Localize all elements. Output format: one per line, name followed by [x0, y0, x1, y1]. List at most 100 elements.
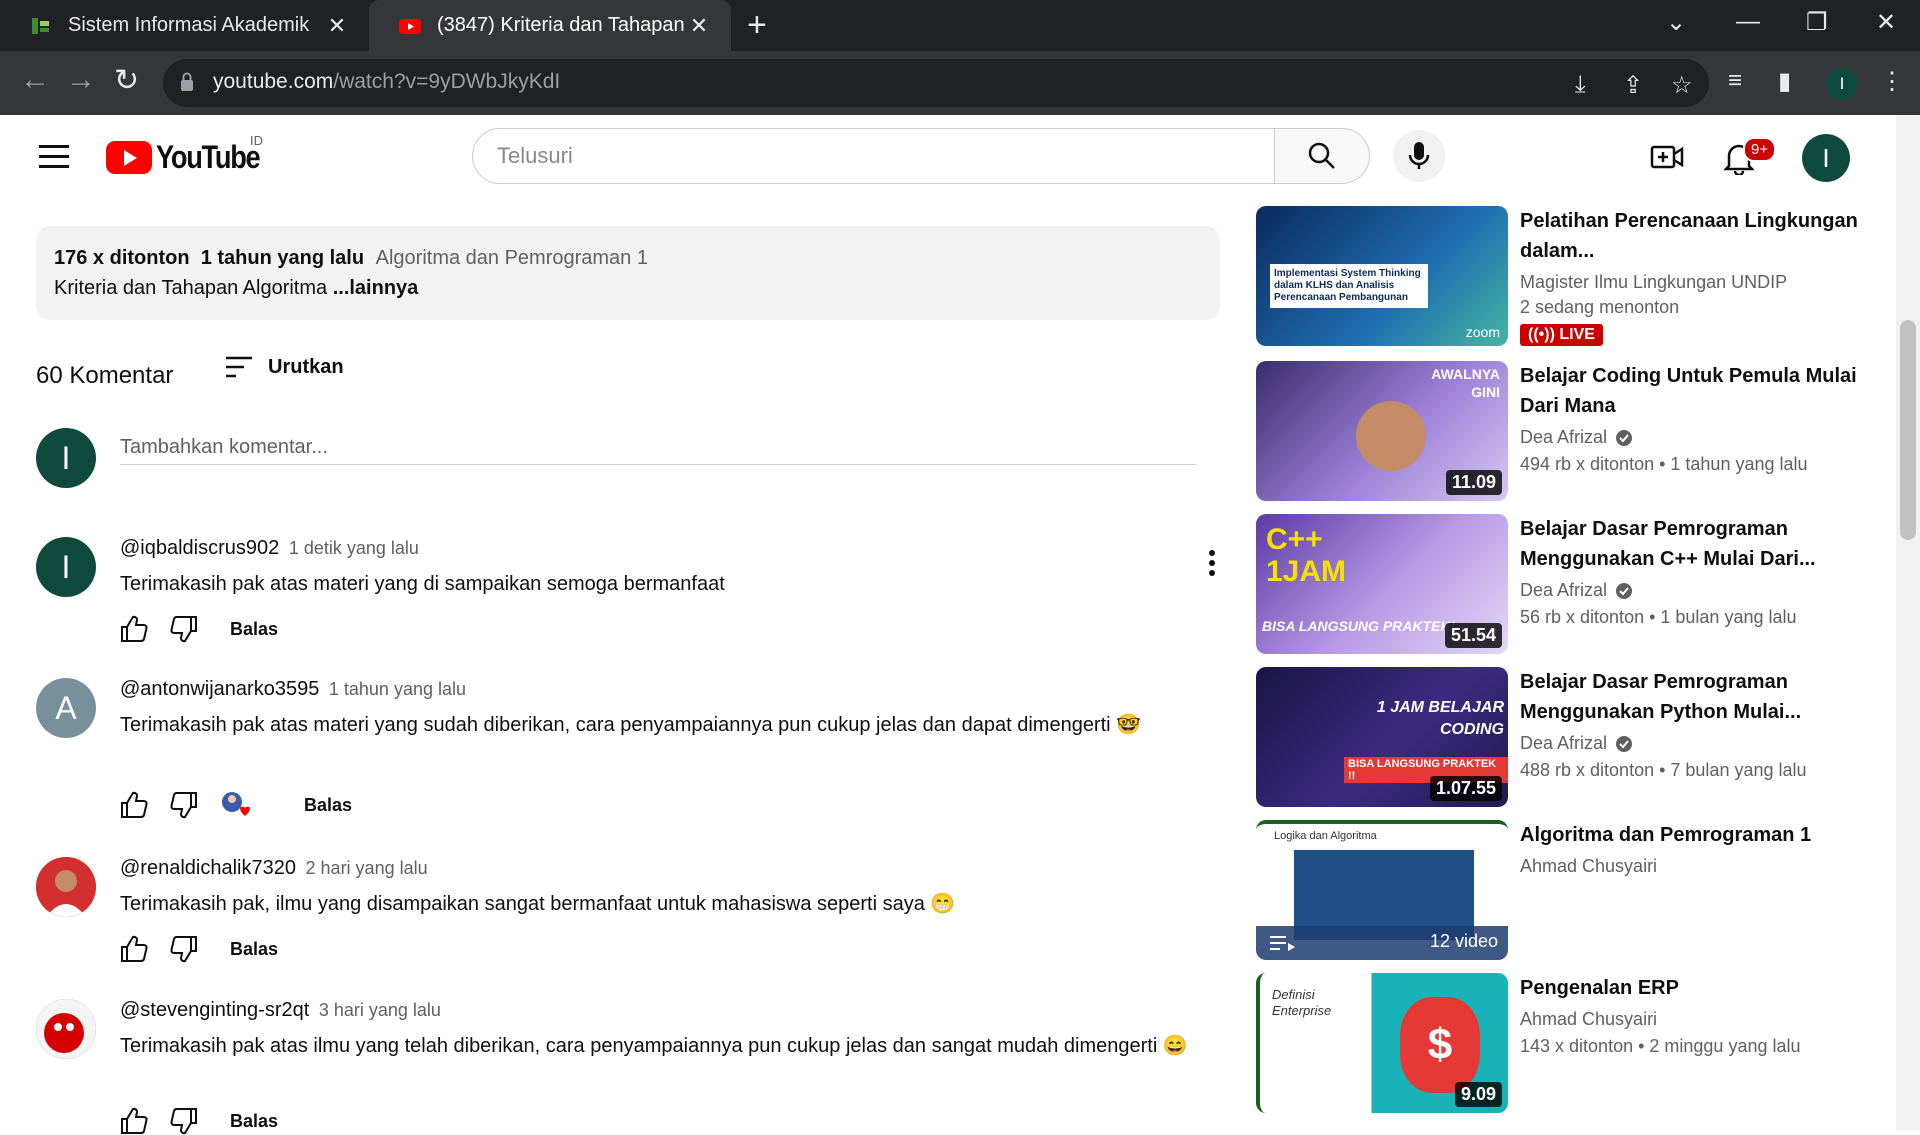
youtube-favicon-icon — [399, 18, 421, 34]
description-hashtag[interactable]: Algoritma dan Pemrograman 1 — [376, 247, 648, 269]
install-app-icon[interactable]: ⤓ — [1575, 71, 1586, 99]
channel-name[interactable]: Dea Afrizal — [1520, 580, 1607, 601]
url-text: youtube.com/watch?v=9yDWbJkyKdI — [213, 70, 560, 94]
thumbs-down-icon[interactable] — [170, 615, 198, 643]
recommended-video[interactable]: Definisi Enterprise $ 9.09 Pengenalan ER… — [1256, 973, 1896, 1113]
thumbs-down-icon[interactable] — [170, 1107, 198, 1135]
thumbs-up-icon[interactable] — [120, 935, 148, 963]
comment-time[interactable]: 1 tahun yang lalu — [329, 679, 466, 699]
channel-name[interactable]: Ahmad Chusyairi — [1520, 856, 1860, 877]
tab-search-chevron-icon[interactable]: ⌄ — [1666, 8, 1686, 37]
video-thumbnail[interactable]: 1 JAM BELAJAR CODING BISA LANGSUNG PRAKT… — [1256, 667, 1508, 807]
recommended-video[interactable]: 1 JAM BELAJAR CODING BISA LANGSUNG PRAKT… — [1256, 667, 1896, 807]
video-thumbnail[interactable]: AWALNYA GINI 11.09 — [1256, 361, 1508, 501]
hamburger-menu-icon[interactable] — [39, 145, 69, 175]
comment-author[interactable]: @renaldichalik7320 — [120, 857, 296, 879]
reply-button[interactable]: Balas — [230, 619, 278, 640]
video-title[interactable]: Belajar Dasar Pemrograman Menggunakan C+… — [1520, 514, 1860, 574]
comment-time[interactable]: 1 detik yang lalu — [289, 538, 419, 558]
comment-actions: Balas — [120, 615, 278, 643]
thumbs-up-icon[interactable] — [120, 791, 148, 819]
reply-button[interactable]: Balas — [230, 1111, 278, 1132]
video-meta: 488 rb x ditonton • 7 bulan yang lalu — [1520, 760, 1807, 780]
search-button[interactable] — [1274, 128, 1370, 184]
video-title[interactable]: Belajar Coding Untuk Pemula Mulai Dari M… — [1520, 361, 1860, 421]
media-control-icon[interactable]: ≡ — [1728, 67, 1742, 95]
video-thumbnail[interactable]: Implementasi System Thinking dalam KLHS … — [1256, 206, 1508, 346]
recommended-video[interactable]: AWALNYA GINI 11.09 Belajar Coding Untuk … — [1256, 361, 1896, 501]
sort-comments-button[interactable]: Urutkan — [224, 355, 344, 379]
browser-tab-youtube[interactable]: (3847) Kriteria dan Tahapan Algo ✕ — [369, 0, 731, 51]
search-input[interactable] — [495, 142, 1239, 170]
recommended-video[interactable]: Implementasi System Thinking dalam KLHS … — [1256, 206, 1896, 346]
voice-search-button[interactable] — [1393, 130, 1445, 182]
video-description[interactable]: 176 x ditonton 1 tahun yang lalu Algorit… — [36, 226, 1220, 320]
close-icon[interactable]: ✕ — [689, 13, 709, 39]
recommended-video[interactable]: C++ 1JAM BISA LANGSUNG PRAKTEK! 51.54 Be… — [1256, 514, 1896, 654]
channel-name[interactable]: Dea Afrizal — [1520, 733, 1607, 754]
comment-count: 60 Komentar — [36, 362, 174, 389]
video-thumbnail[interactable]: C++ 1JAM BISA LANGSUNG PRAKTEK! 51.54 — [1256, 514, 1508, 654]
page-scrollbar-track[interactable] — [1896, 115, 1920, 1130]
account-avatar[interactable]: I — [1802, 134, 1850, 182]
video-title[interactable]: Pengenalan ERP — [1520, 973, 1860, 1003]
comment-header: @stevenginting-sr2qt 3 hari yang lalu — [120, 999, 441, 1022]
thumbs-down-icon[interactable] — [170, 791, 198, 819]
youtube-logo[interactable]: YouTube ID — [106, 133, 278, 176]
comment-avatar[interactable]: A — [36, 678, 96, 738]
comment-avatar[interactable] — [36, 999, 96, 1059]
recommended-playlist[interactable]: Logika dan Algoritma 12 video Algoritma … — [1256, 820, 1896, 960]
thumbnail-caption: Logika dan Algoritma — [1274, 830, 1377, 842]
browser-profile-avatar[interactable]: I — [1826, 68, 1858, 100]
new-tab-plus-icon[interactable]: + — [747, 6, 767, 45]
forward-arrow-icon[interactable]: → — [66, 63, 96, 97]
video-duration: 9.09 — [1454, 1082, 1502, 1107]
playlist-icon — [1270, 936, 1295, 951]
bookmark-star-icon[interactable]: ☆ — [1671, 71, 1693, 100]
comment-author[interactable]: @antonwijanarko3595 — [120, 678, 319, 700]
thumbs-up-icon[interactable] — [120, 615, 148, 643]
page-scrollbar-thumb[interactable] — [1900, 320, 1916, 540]
share-icon[interactable]: ⇪ — [1623, 71, 1643, 100]
reply-button[interactable]: Balas — [230, 939, 278, 960]
comment-time[interactable]: 2 hari yang lalu — [306, 858, 428, 878]
reply-button[interactable]: Balas — [304, 795, 352, 816]
video-meta: 2 sedang menonton — [1520, 297, 1680, 317]
thumbs-up-icon[interactable] — [120, 1107, 148, 1135]
comment-avatar[interactable]: I — [36, 537, 96, 597]
channel-name[interactable]: Ahmad Chusyairi — [1520, 1009, 1860, 1030]
browser-tab-siakad[interactable]: Sistem Informasi Akademik ✕ — [0, 0, 369, 51]
video-title[interactable]: Pelatihan Perencanaan Lingkungan dalam..… — [1520, 206, 1860, 266]
restore-icon[interactable]: ❐ — [1806, 8, 1828, 37]
comment-time[interactable]: 3 hari yang lalu — [319, 1000, 441, 1020]
comment-item: A @antonwijanarko3595 1 tahun yang lalu … — [36, 678, 1216, 819]
comment-author[interactable]: @iqbaldiscrus902 — [120, 537, 279, 559]
video-thumbnail[interactable]: Definisi Enterprise $ 9.09 — [1256, 973, 1508, 1113]
comment-more-kebab-icon[interactable] — [1208, 549, 1216, 577]
channel-name[interactable]: Magister Ilmu Lingkungan UNDIP — [1520, 272, 1860, 293]
close-icon[interactable]: ✕ — [327, 13, 347, 39]
add-comment-input[interactable] — [120, 430, 1196, 465]
thumbs-down-icon[interactable] — [170, 935, 198, 963]
playlist-count: 12 video — [1429, 931, 1498, 951]
comment-item: @stevenginting-sr2qt 3 hari yang lalu Te… — [36, 999, 1216, 1135]
commenter-avatar: I — [36, 428, 96, 488]
window-close-icon[interactable]: ✕ — [1876, 8, 1896, 37]
address-bar[interactable]: youtube.com/watch?v=9yDWbJkyKdI ⤓ ⇪ ☆ — [163, 59, 1709, 107]
browser-menu-kebab-icon[interactable]: ⋮ — [1880, 67, 1904, 96]
comment-author[interactable]: @stevenginting-sr2qt — [120, 999, 309, 1021]
create-video-icon[interactable] — [1650, 143, 1684, 171]
thumbnail-subcaption: BISA LANGSUNG PRAKTEK! — [1262, 618, 1456, 634]
comment-avatar[interactable] — [36, 857, 96, 917]
channel-name[interactable]: Dea Afrizal — [1520, 427, 1607, 448]
minimize-icon[interactable]: — — [1736, 8, 1760, 36]
comment-header: @renaldichalik7320 2 hari yang lalu — [120, 857, 428, 880]
playlist-title[interactable]: Algoritma dan Pemrograman 1 — [1520, 820, 1860, 850]
back-arrow-icon[interactable]: ← — [20, 63, 50, 97]
reload-icon[interactable]: ↻ — [114, 63, 139, 98]
video-title[interactable]: Belajar Dasar Pemrograman Menggunakan Py… — [1520, 667, 1860, 727]
sort-label: Urutkan — [268, 355, 344, 378]
side-panel-icon[interactable]: ▮ — [1778, 67, 1791, 96]
playlist-thumbnail[interactable]: Logika dan Algoritma 12 video — [1256, 820, 1508, 960]
show-more-link[interactable]: ...lainnya — [333, 277, 419, 299]
